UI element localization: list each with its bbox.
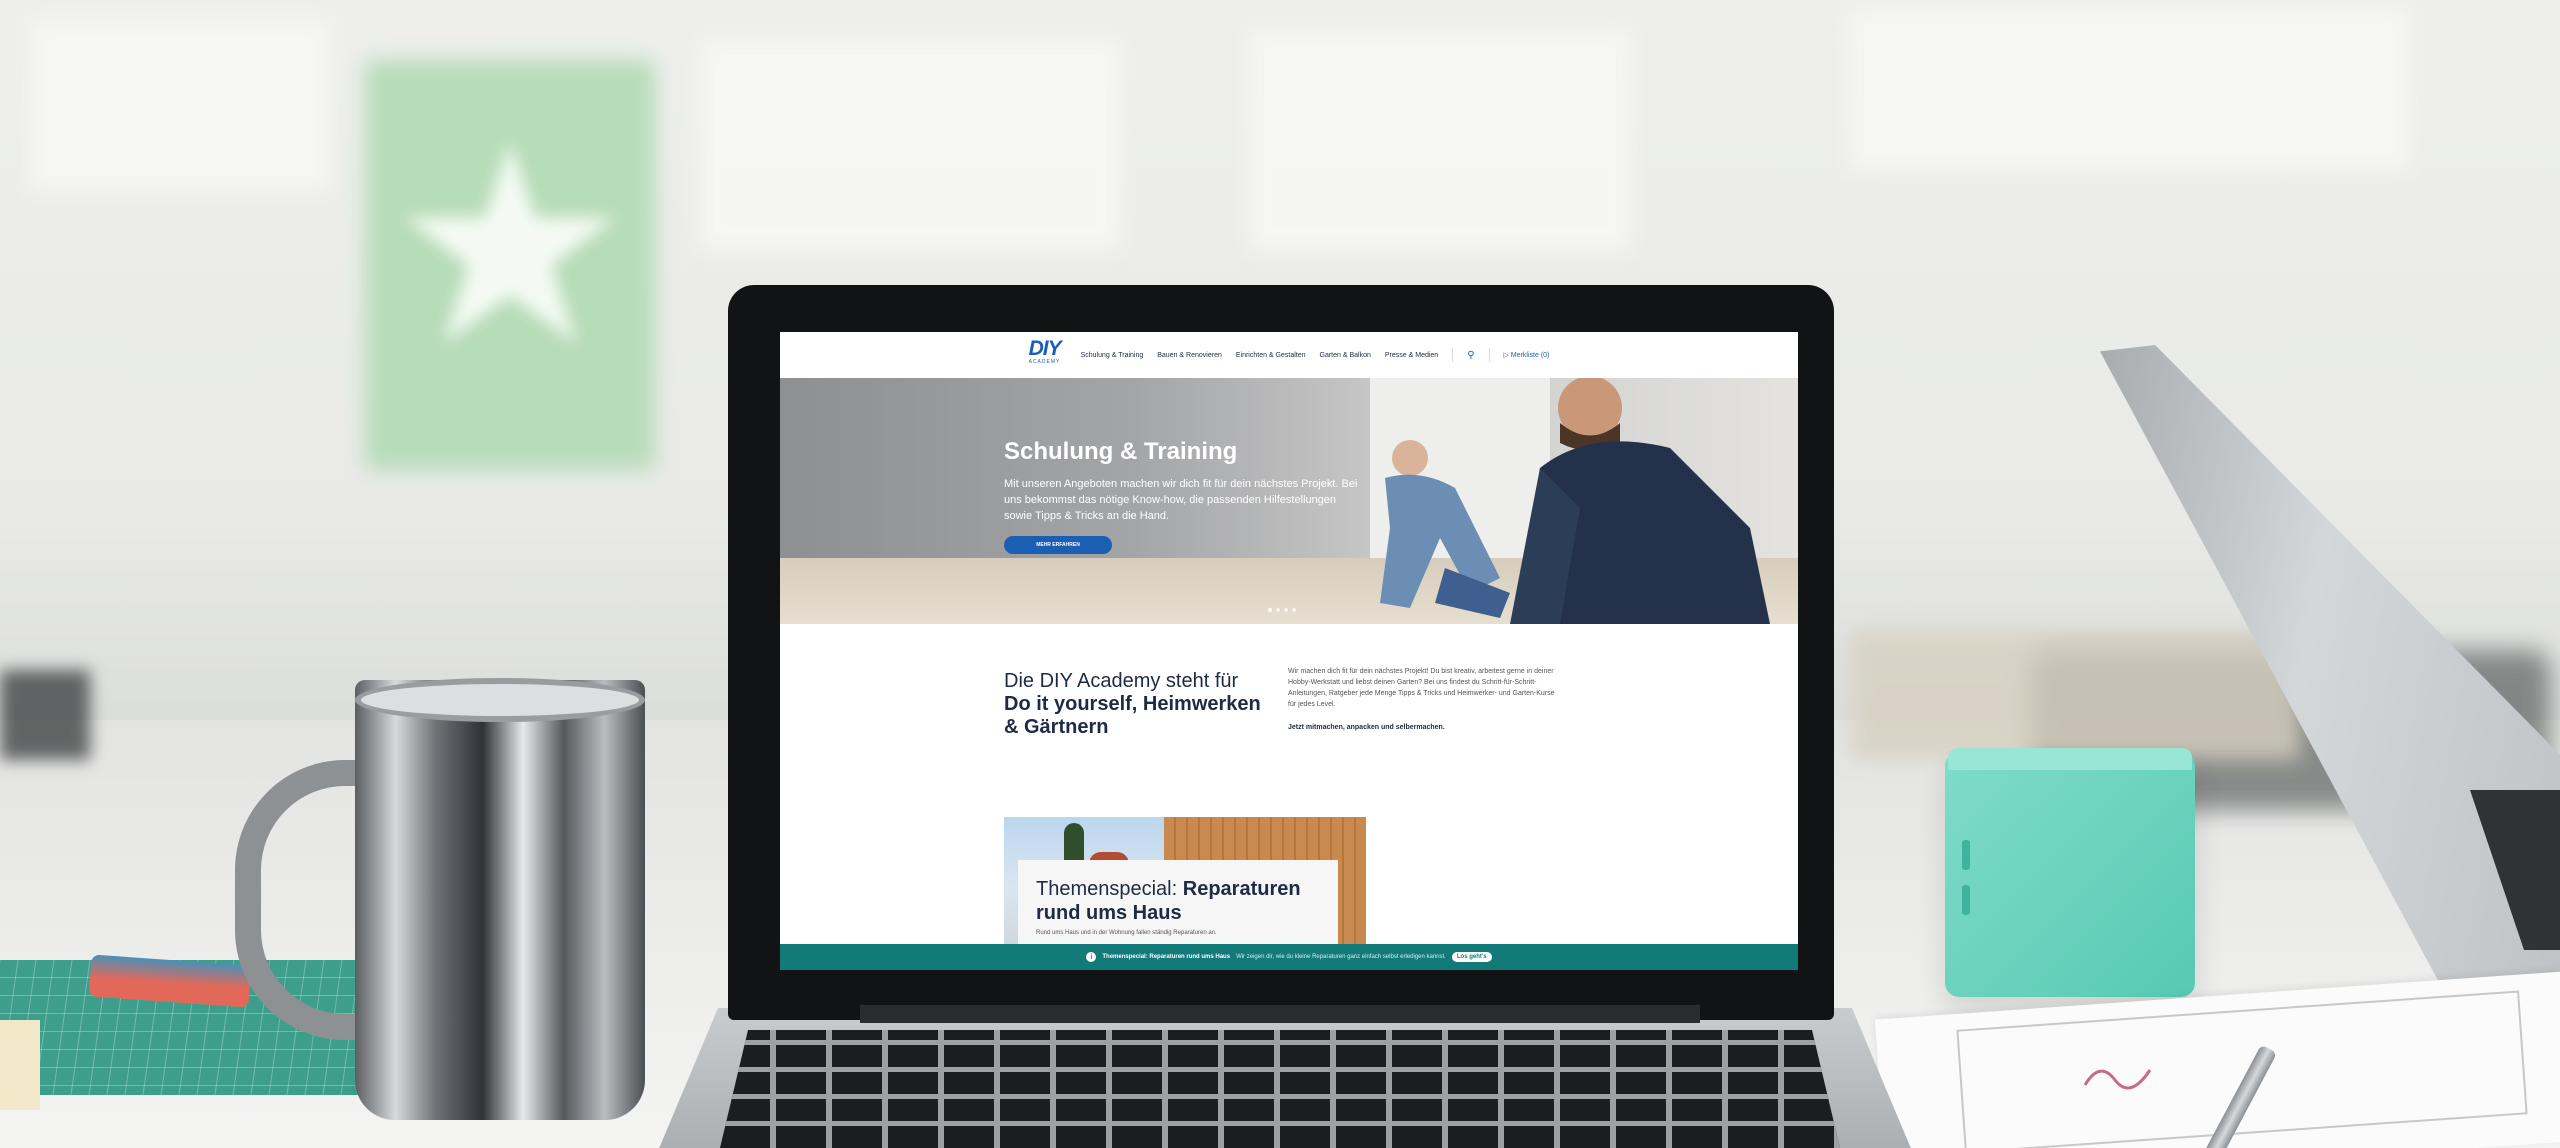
star-icon: [404, 141, 616, 344]
steel-mug: [355, 680, 645, 1120]
nav-item-schulung[interactable]: Schulung & Training: [1081, 352, 1144, 359]
hero-title: Schulung & Training: [1004, 438, 1238, 465]
special-title-light: Themenspecial:: [1036, 878, 1178, 900]
wall-paper-4: [1850, 10, 2410, 170]
wall-paper-3: [1250, 30, 1630, 250]
speaker-top: [1948, 748, 2192, 770]
mint-speaker: [1945, 752, 2195, 997]
banner-text: Wir zeigen dir, wie du kleine Reparature…: [1236, 954, 1446, 960]
bookmark-label: Merkliste (0): [1510, 352, 1550, 359]
nav-item-bauen[interactable]: Bauen & Renovieren: [1157, 352, 1222, 359]
banner-bold-text: Themenspecial: Reparaturen rund ums Haus: [1102, 954, 1231, 960]
notebook: [0, 1020, 40, 1110]
nav-item-presse[interactable]: Presse & Medien: [1385, 352, 1438, 359]
background-keyboard: [0, 670, 90, 760]
bookmark-icon: ▷: [1503, 352, 1509, 359]
intro-heading-bold: Do it yourself, Heimwerken & Gärtnern: [1004, 693, 1261, 738]
info-icon: i: [1086, 952, 1097, 962]
site-navbar: DIY ACADEMY Schulung & Training Bauen & …: [780, 332, 1798, 379]
speaker-button: [1962, 840, 1970, 870]
intro-heading-light: Die DIY Academy steht für: [1004, 670, 1239, 692]
bearded-man-figure: [1510, 378, 1770, 624]
hero-more-button[interactable]: MEHR ERFAHREN: [1004, 536, 1112, 554]
photo-scene: DIY ACADEMY Schulung & Training Bauen & …: [0, 0, 2560, 1148]
background-book: [1850, 630, 2300, 760]
slider-dot[interactable]: [1276, 608, 1280, 612]
laptop-hinge: [860, 1005, 1700, 1023]
nav-item-garten[interactable]: Garten & Balkon: [1320, 352, 1371, 359]
slider-dot[interactable]: [1284, 608, 1288, 612]
slider-dot[interactable]: [1268, 608, 1272, 612]
mug-rim: [355, 678, 645, 722]
speaker-button: [1962, 885, 1970, 915]
doodle-sketch: [2080, 1055, 2160, 1105]
banner-button[interactable]: Los geht's: [1451, 952, 1492, 962]
wall-paper-1: [30, 20, 330, 190]
promo-banner: i Themenspecial: Reparaturen rund ums Ha…: [780, 944, 1798, 970]
wall-paper-2: [700, 40, 1120, 250]
intro-paragraph: Wir machen dich fit für dein nächstes Pr…: [1288, 668, 1555, 708]
nav-divider: [1452, 348, 1454, 362]
logo-text: DIY: [1028, 337, 1062, 360]
nav-item-einrichten[interactable]: Einrichten & Gestalten: [1236, 352, 1306, 359]
slider-dot[interactable]: [1292, 608, 1296, 612]
laptop-keyboard: [720, 1030, 1840, 1148]
nav-divider: [1488, 348, 1490, 362]
hero-slider: Schulung & Training Mit unseren Angebote…: [780, 378, 1798, 624]
special-text: Rund ums Haus und in der Wohnung fallen …: [1036, 930, 1217, 936]
logo-subtext: ACADEMY: [1028, 359, 1061, 365]
intro-tagline: Jetzt mitmachen, anpacken und selbermach…: [1288, 724, 1445, 731]
slider-dots: [1268, 608, 1296, 612]
diy-academy-logo[interactable]: DIY ACADEMY: [1028, 337, 1062, 372]
bookmark-link[interactable]: ▷ Merkliste (0): [1504, 351, 1550, 359]
laptop-screen: DIY ACADEMY Schulung & Training Bauen & …: [780, 332, 1798, 970]
special-title: Themenspecial: Reparaturen rund ums Haus: [1036, 877, 1336, 925]
search-icon[interactable]: ⚲: [1467, 350, 1474, 361]
hero-text: Mit unseren Angeboten machen wir dich fi…: [1004, 478, 1358, 522]
older-man-figure: [1380, 440, 1510, 618]
